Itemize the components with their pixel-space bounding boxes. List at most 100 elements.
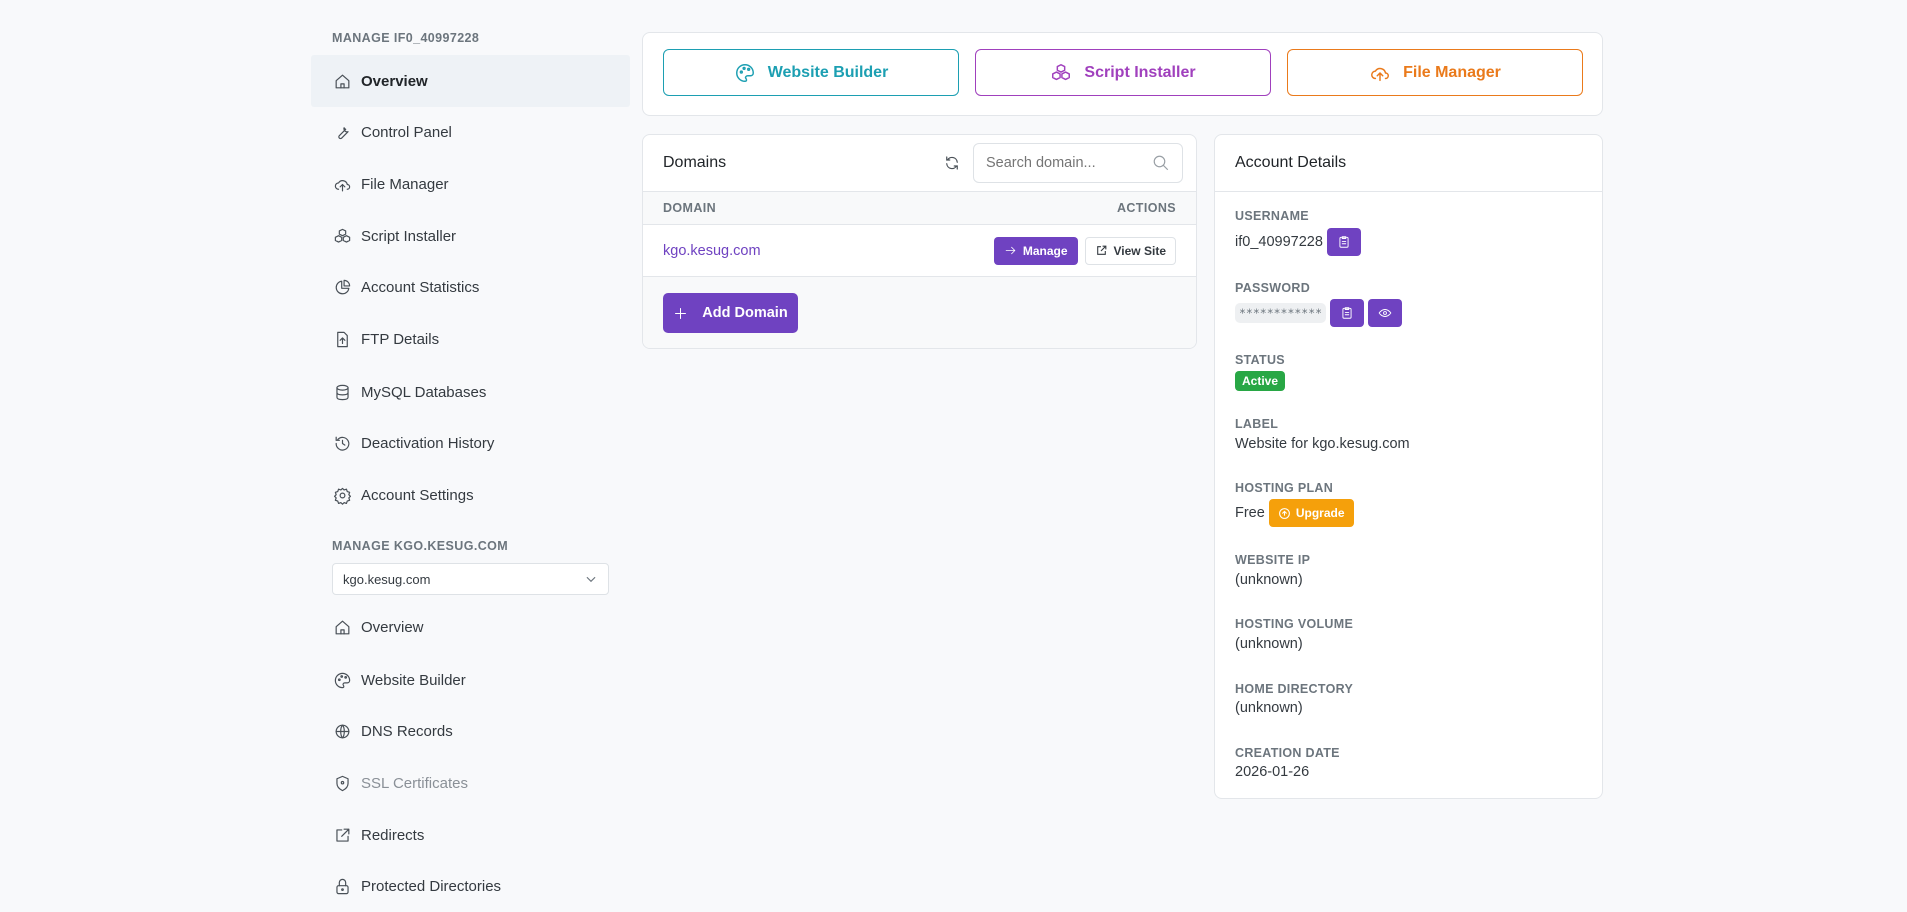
button-label: Add Domain — [702, 305, 788, 321]
external-link-icon — [1096, 245, 1106, 255]
nav-label: MySQL Databases — [361, 383, 487, 401]
sidebar-item-website-builder[interactable]: Website Builder — [311, 654, 630, 706]
domains-card: Domains DOMAIN ACTIONS kgo.kesug.com Mana… — [642, 134, 1197, 349]
button-label: File Manager — [1403, 63, 1501, 81]
home-icon — [335, 74, 350, 88]
sidebar-item-deactivation-history[interactable]: Deactivation History — [311, 417, 630, 469]
sidebar-item-account-statistics[interactable]: Account Statistics — [311, 261, 630, 313]
file-upload-icon — [337, 331, 348, 347]
cubes-icon — [334, 228, 351, 243]
hosting-volume-label: HOSTING VOLUME — [1235, 617, 1354, 631]
gear-icon — [333, 487, 352, 505]
password-value: ************ — [1235, 303, 1327, 323]
cloud-upload-icon — [334, 179, 351, 191]
palette-icon — [334, 672, 351, 688]
col-domain: DOMAIN — [663, 201, 717, 215]
sidebar-item-overview[interactable]: Overview — [311, 55, 630, 107]
button-label: Website Builder — [767, 63, 889, 81]
domain-select-value: kgo.kesug.com — [343, 571, 431, 587]
nav-label: Account Statistics — [361, 278, 480, 296]
nav-label: DNS Records — [361, 722, 453, 740]
status-badge: Active — [1235, 371, 1286, 391]
chevron-down-icon — [586, 576, 596, 583]
creation-date-value: 2026-01-26 — [1235, 764, 1310, 780]
home-icon — [335, 620, 350, 634]
copy-username-button[interactable] — [1326, 228, 1361, 256]
sidebar-item-control-panel[interactable]: Control Panel — [311, 106, 630, 158]
nav-label: SSL Certificates — [361, 774, 468, 792]
sidebar-item-mysql-databases[interactable]: MySQL Databases — [311, 366, 630, 418]
globe-icon — [335, 724, 350, 738]
sidebar-item-account-settings[interactable]: Account Settings — [311, 469, 630, 521]
history-icon — [335, 436, 350, 451]
domain-link[interactable]: kgo.kesug.com — [663, 243, 761, 259]
col-actions: ACTIONS — [1116, 201, 1176, 215]
cloud-upload-icon — [1371, 67, 1390, 81]
account-title: Account Details — [1215, 135, 1602, 192]
domains-title: Domains — [663, 154, 727, 171]
cubes-icon — [1052, 63, 1071, 80]
website-ip-label: WEBSITE IP — [1235, 553, 1311, 567]
creation-date-label: CREATION DATE — [1235, 746, 1340, 760]
palette-icon — [735, 63, 754, 82]
nav-label: Account Settings — [361, 486, 474, 504]
copy-password-button[interactable] — [1330, 299, 1365, 327]
home-directory-value: (unknown) — [1235, 700, 1303, 716]
domain-select[interactable]: kgo.kesug.com — [332, 563, 609, 595]
section-title-account: MANAGE IF0_40997228 — [332, 31, 480, 45]
lock-icon — [336, 878, 349, 894]
label-label: LABEL — [1235, 417, 1279, 431]
clipboard-icon — [1339, 236, 1349, 248]
plus-icon — [675, 307, 687, 319]
eye-icon — [1378, 309, 1392, 317]
website-ip-value: (unknown) — [1235, 572, 1303, 588]
status-label: STATUS — [1235, 353, 1285, 367]
view-site-button[interactable]: View Site — [1084, 236, 1176, 265]
external-link-icon — [336, 828, 350, 842]
quick-actions-card: Website Builder Script Installer File Ma… — [642, 32, 1603, 116]
button-label: Manage — [1022, 243, 1068, 258]
hosting-volume-value: (unknown) — [1235, 636, 1303, 652]
button-label: Script Installer — [1084, 63, 1196, 81]
show-password-button[interactable] — [1368, 299, 1403, 327]
button-label: Upgrade — [1295, 506, 1345, 520]
nav-label: Script Installer — [361, 227, 457, 245]
nav-label: Website Builder — [361, 671, 466, 689]
label-value: Website for kgo.kesug.com — [1235, 436, 1410, 452]
sidebar-item-domain-overview[interactable]: Overview — [311, 601, 630, 653]
sidebar-item-ftp-details[interactable]: FTP Details — [311, 313, 630, 365]
password-label: PASSWORD — [1235, 281, 1311, 295]
website-builder-button[interactable]: Website Builder — [663, 49, 959, 96]
sidebar-item-file-manager[interactable]: File Manager — [311, 158, 630, 210]
username-label: USERNAME — [1235, 209, 1309, 223]
sidebar-item-script-installer[interactable]: Script Installer — [311, 210, 630, 262]
add-domain-button[interactable]: Add Domain — [663, 293, 798, 333]
sidebar-item-protected-directories[interactable]: Protected Directories — [311, 860, 630, 912]
button-label: View Site — [1113, 243, 1166, 258]
section-title-domain: MANAGE KGO.KESUG.COM — [332, 539, 509, 553]
arrow-right-icon — [1005, 246, 1016, 255]
domain-search[interactable] — [973, 143, 1183, 183]
manage-button[interactable]: Manage — [993, 236, 1078, 265]
database-icon — [336, 384, 349, 400]
nav-label: FTP Details — [361, 330, 440, 348]
file-manager-button[interactable]: File Manager — [1287, 49, 1583, 96]
home-directory-label: HOME DIRECTORY — [1235, 682, 1354, 696]
arrow-up-circle-icon — [1278, 507, 1290, 519]
nav-label: Control Panel — [361, 123, 452, 141]
nav-label: Redirects — [361, 826, 425, 844]
script-installer-button[interactable]: Script Installer — [975, 49, 1271, 96]
username-value: if0_40997228 — [1235, 234, 1323, 250]
nav-label: Protected Directories — [361, 877, 502, 895]
nav-label: Overview — [361, 72, 428, 90]
refresh-icon[interactable] — [943, 154, 961, 172]
upgrade-button[interactable]: Upgrade — [1268, 499, 1354, 527]
wrench-icon — [338, 126, 349, 139]
clipboard-icon — [1342, 307, 1352, 319]
search-input[interactable] — [986, 155, 1146, 171]
sidebar-item-ssl-certificates[interactable]: SSL Certificates — [311, 757, 630, 809]
sidebar-item-dns-records[interactable]: DNS Records — [311, 705, 630, 757]
hosting-plan-label: HOSTING PLAN — [1235, 481, 1334, 495]
sidebar-item-redirects[interactable]: Redirects — [311, 809, 630, 861]
shield-icon — [336, 775, 349, 791]
